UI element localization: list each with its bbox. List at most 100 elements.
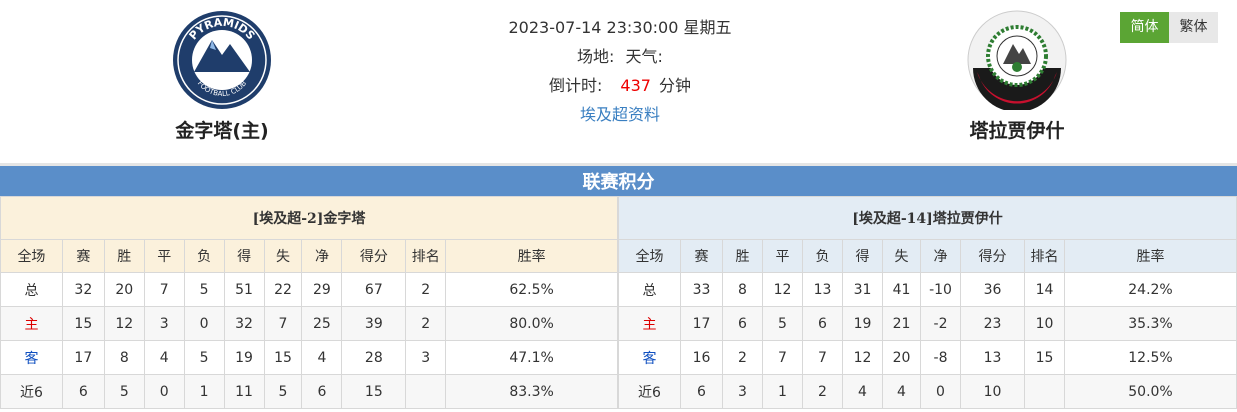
table-cell: 2 bbox=[722, 340, 763, 375]
column-header: 得 bbox=[223, 239, 265, 273]
table-cell: 6 bbox=[722, 306, 763, 341]
table-cell: 2 bbox=[405, 306, 447, 341]
table-cell: 62.5% bbox=[445, 272, 618, 307]
table-cell: 31 bbox=[842, 272, 883, 307]
table-cell: 11 bbox=[223, 374, 265, 409]
table-cell: 15 bbox=[61, 306, 105, 341]
table-row: 主 15 12 3 0 32 7 25 39 2 80.0% bbox=[0, 306, 618, 341]
table-cell: 6 bbox=[61, 374, 105, 409]
row-scope-label: 主 bbox=[0, 306, 63, 341]
table-cell: 23 bbox=[960, 306, 1025, 341]
table-cell: 15 bbox=[263, 340, 303, 375]
table-row: 总 33 8 12 13 31 41 -10 36 14 24.2% bbox=[618, 272, 1237, 307]
table-cell: 12.5% bbox=[1064, 340, 1237, 375]
home-table-title[interactable]: [埃及超-2]金字塔 bbox=[0, 196, 618, 240]
table-cell: 50.0% bbox=[1064, 374, 1237, 409]
table-cell: 14 bbox=[1024, 272, 1065, 307]
table-cell: -2 bbox=[920, 306, 961, 341]
table-cell: 4 bbox=[882, 374, 921, 409]
column-header: 负 bbox=[802, 239, 843, 273]
table-cell: -10 bbox=[920, 272, 961, 307]
table-cell: 10 bbox=[960, 374, 1025, 409]
away-team-name[interactable]: 塔拉贾伊什 bbox=[917, 116, 1117, 143]
league-info-link[interactable]: 埃及超资料 bbox=[580, 105, 660, 124]
table-row: 总 32 20 7 5 51 22 29 67 2 62.5% bbox=[0, 272, 618, 307]
table-cell: 28 bbox=[341, 340, 407, 375]
column-header: 全场 bbox=[618, 239, 681, 273]
table-cell: 6 bbox=[680, 374, 723, 409]
countdown: 倒计时: 437 分钟 bbox=[420, 71, 820, 100]
column-header: 胜率 bbox=[1064, 239, 1237, 273]
table-cell bbox=[1024, 374, 1065, 409]
row-scope-label: 近6 bbox=[618, 374, 681, 409]
match-header: PYRAMIDS FOOTBALL CLUB 金字塔(主) 2023-07-14… bbox=[0, 0, 1237, 163]
countdown-unit: 分钟 bbox=[658, 76, 691, 95]
table-cell bbox=[405, 374, 447, 409]
table-cell: 47.1% bbox=[445, 340, 618, 375]
table-cell: 6 bbox=[301, 374, 343, 409]
home-team-logo[interactable]: PYRAMIDS FOOTBALL CLUB bbox=[172, 10, 272, 110]
column-header: 平 bbox=[143, 239, 185, 273]
table-cell: 0 bbox=[920, 374, 961, 409]
venue-label: 场地: bbox=[577, 47, 615, 66]
table-cell: 36 bbox=[960, 272, 1025, 307]
row-scope-label: 近6 bbox=[0, 374, 63, 409]
table-row: 主 17 6 5 6 19 21 -2 23 10 35.3% bbox=[618, 306, 1237, 341]
simplified-chinese-button[interactable]: 简体 bbox=[1120, 12, 1169, 43]
table-row: 客 16 2 7 7 12 20 -8 13 15 12.5% bbox=[618, 340, 1237, 375]
table-cell: 5 bbox=[183, 340, 225, 375]
table-cell: 12 bbox=[842, 340, 883, 375]
away-table-title[interactable]: [埃及超-14]塔拉贾伊什 bbox=[618, 196, 1237, 240]
table-cell: 5 bbox=[263, 374, 303, 409]
traditional-chinese-button[interactable]: 繁体 bbox=[1169, 12, 1218, 43]
language-switch: 简体 繁体 bbox=[1120, 12, 1218, 43]
table-cell: 8 bbox=[103, 340, 145, 375]
away-team-logo[interactable] bbox=[967, 10, 1067, 112]
table-cell: 19 bbox=[223, 340, 265, 375]
column-header: 赛 bbox=[61, 239, 105, 273]
row-scope-label: 主 bbox=[618, 306, 681, 341]
table-cell: 6 bbox=[802, 306, 843, 341]
venue-weather: 场地: 天气: bbox=[420, 42, 820, 71]
column-header: 排名 bbox=[1024, 239, 1065, 273]
table-cell: 5 bbox=[103, 374, 145, 409]
table-cell: 3 bbox=[143, 306, 185, 341]
table-cell: 4 bbox=[143, 340, 185, 375]
section-title-standings: 联赛积分 bbox=[0, 163, 1237, 196]
table-row: 客 17 8 4 5 19 15 4 28 3 47.1% bbox=[0, 340, 618, 375]
table-cell: 3 bbox=[722, 374, 763, 409]
table-cell: 7 bbox=[143, 272, 185, 307]
countdown-label: 倒计时: bbox=[549, 76, 603, 95]
match-info: 2023-07-14 23:30:00 星期五 场地: 天气: 倒计时: 437 分… bbox=[420, 13, 820, 129]
away-team[interactable]: 塔拉贾伊什 bbox=[917, 10, 1117, 143]
row-scope-label: 总 bbox=[0, 272, 63, 307]
table-cell: 17 bbox=[680, 306, 723, 341]
weather-label: 天气: bbox=[625, 47, 663, 66]
table-cell: 25 bbox=[301, 306, 343, 341]
row-scope-label: 总 bbox=[618, 272, 681, 307]
table-cell: 0 bbox=[183, 306, 225, 341]
match-datetime: 2023-07-14 23:30:00 星期五 bbox=[508, 18, 732, 37]
row-scope-label: 客 bbox=[0, 340, 63, 375]
column-header: 净 bbox=[920, 239, 961, 273]
home-team-name[interactable]: 金字塔(主) bbox=[122, 116, 322, 143]
column-header: 得分 bbox=[341, 239, 407, 273]
table-cell: 1 bbox=[762, 374, 803, 409]
column-header: 净 bbox=[301, 239, 343, 273]
table-cell: 7 bbox=[802, 340, 843, 375]
table-row: 近6 6 3 1 2 4 4 0 10 50.0% bbox=[618, 374, 1237, 409]
column-header: 赛 bbox=[680, 239, 723, 273]
table-cell: 13 bbox=[802, 272, 843, 307]
column-header: 胜 bbox=[103, 239, 145, 273]
table-cell: 15 bbox=[1024, 340, 1065, 375]
table-cell: 2 bbox=[405, 272, 447, 307]
home-standings-table: [埃及超-2]金字塔 全场赛胜平负得失净得分 排名 胜率 总 32 20 7 5 51 22 29… bbox=[0, 196, 618, 409]
table-cell: 4 bbox=[301, 340, 343, 375]
table-cell: 7 bbox=[762, 340, 803, 375]
table-cell: 20 bbox=[103, 272, 145, 307]
table-cell: 21 bbox=[882, 306, 921, 341]
home-team[interactable]: PYRAMIDS FOOTBALL CLUB 金字塔(主) bbox=[122, 10, 322, 143]
table-cell: 10 bbox=[1024, 306, 1065, 341]
table-cell: 12 bbox=[762, 272, 803, 307]
table-cell: 32 bbox=[223, 306, 265, 341]
